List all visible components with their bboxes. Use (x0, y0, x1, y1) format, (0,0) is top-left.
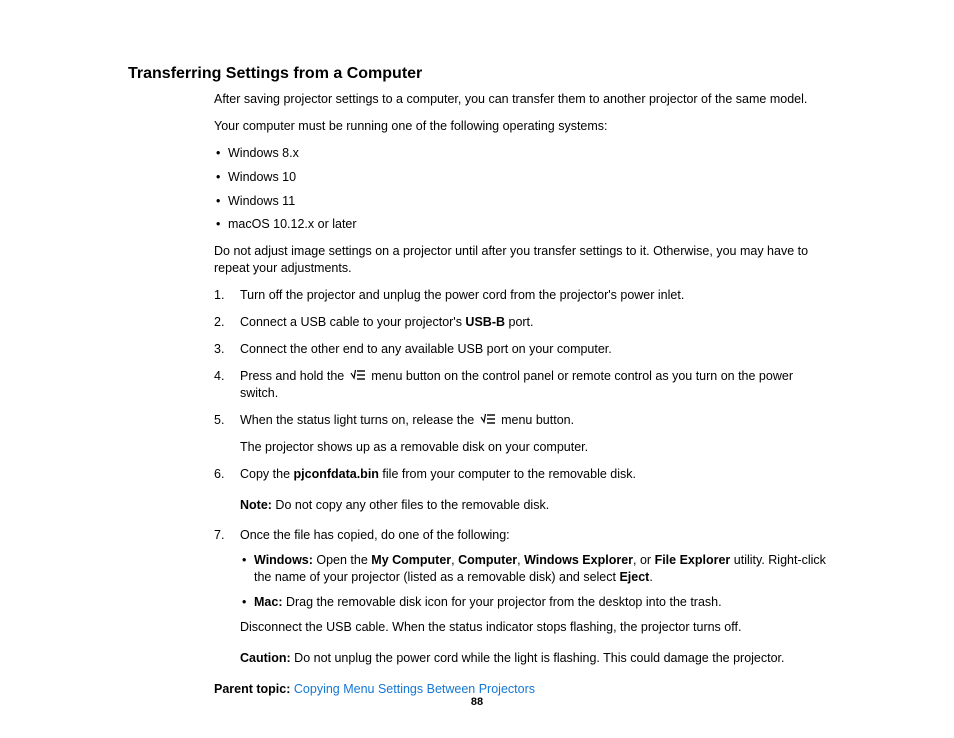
intro-paragraph-1: After saving projector settings to a com… (214, 91, 834, 108)
intro-paragraph-2: Your computer must be running one of the… (214, 118, 834, 135)
t: , or (633, 553, 655, 567)
body-content: After saving projector settings to a com… (214, 91, 834, 698)
step-2-text-a: Connect a USB cable to your projector's (240, 315, 465, 329)
t: Open the (313, 553, 371, 567)
step-5-text-b: menu button. (498, 413, 574, 427)
step-4: Press and hold the menu button on the co… (214, 368, 834, 402)
my-computer-label: My Computer (371, 553, 451, 567)
eject-label: Eject (619, 570, 649, 584)
document-page: Transferring Settings from a Computer Af… (0, 0, 954, 698)
caution-text: Do not unplug the power cord while the l… (291, 651, 785, 665)
windows-label: Windows: (254, 553, 313, 567)
list-item: Mac: Drag the removable disk icon for yo… (240, 594, 834, 611)
page-heading: Transferring Settings from a Computer (128, 65, 834, 83)
usb-b-label: USB-B (465, 315, 505, 329)
steps-list: Turn off the projector and unplug the po… (214, 287, 834, 667)
step-5-sub: The projector shows up as a removable di… (240, 439, 834, 456)
menu-icon (350, 368, 366, 385)
step-5-text-a: When the status light turns on, release … (240, 413, 478, 427)
file-explorer-label: File Explorer (655, 553, 731, 567)
list-item: Windows 10 (214, 169, 834, 186)
step-7-post: Disconnect the USB cable. When the statu… (240, 619, 834, 636)
step-7-text: Once the file has copied, do one of the … (240, 528, 510, 542)
note-text: Do not copy any other files to the remov… (272, 498, 549, 512)
list-item: macOS 10.12.x or later (214, 216, 834, 233)
filename-label: pjconfdata.bin (294, 467, 379, 481)
warning-paragraph: Do not adjust image settings on a projec… (214, 243, 834, 277)
t: . (649, 570, 652, 584)
parent-topic-link[interactable]: Copying Menu Settings Between Projectors (294, 682, 535, 696)
os-list: Windows 8.x Windows 10 Windows 11 macOS … (214, 145, 834, 234)
note-label: Note: (240, 498, 272, 512)
mac-text: Drag the removable disk icon for your pr… (282, 595, 721, 609)
step-3: Connect the other end to any available U… (214, 341, 834, 358)
step-4-text-a: Press and hold the (240, 369, 348, 383)
menu-icon (480, 412, 496, 429)
computer-label: Computer (458, 553, 517, 567)
step-2-text-c: port. (505, 315, 534, 329)
parent-topic-label: Parent topic: (214, 682, 290, 696)
note-block: Note: Do not copy any other files to the… (240, 497, 834, 514)
windows-explorer-label: Windows Explorer (524, 553, 633, 567)
list-item: Windows 8.x (214, 145, 834, 162)
list-item: Windows: Open the My Computer, Computer,… (240, 552, 834, 586)
step-6: Copy the pjconfdata.bin file from your c… (214, 466, 834, 514)
caution-block: Caution: Do not unplug the power cord wh… (240, 650, 834, 667)
list-item: Windows 11 (214, 193, 834, 210)
parent-topic: Parent topic: Copying Menu Settings Betw… (214, 681, 834, 698)
step-5: When the status light turns on, release … (214, 412, 834, 456)
step-7: Once the file has copied, do one of the … (214, 527, 834, 666)
caution-label: Caution: (240, 651, 291, 665)
step-2: Connect a USB cable to your projector's … (214, 314, 834, 331)
step-6-text-a: Copy the (240, 467, 294, 481)
step-6-text-c: file from your computer to the removable… (379, 467, 636, 481)
page-number: 88 (0, 696, 954, 708)
mac-label: Mac: (254, 595, 282, 609)
step-7-sublist: Windows: Open the My Computer, Computer,… (240, 552, 834, 611)
step-1: Turn off the projector and unplug the po… (214, 287, 834, 304)
